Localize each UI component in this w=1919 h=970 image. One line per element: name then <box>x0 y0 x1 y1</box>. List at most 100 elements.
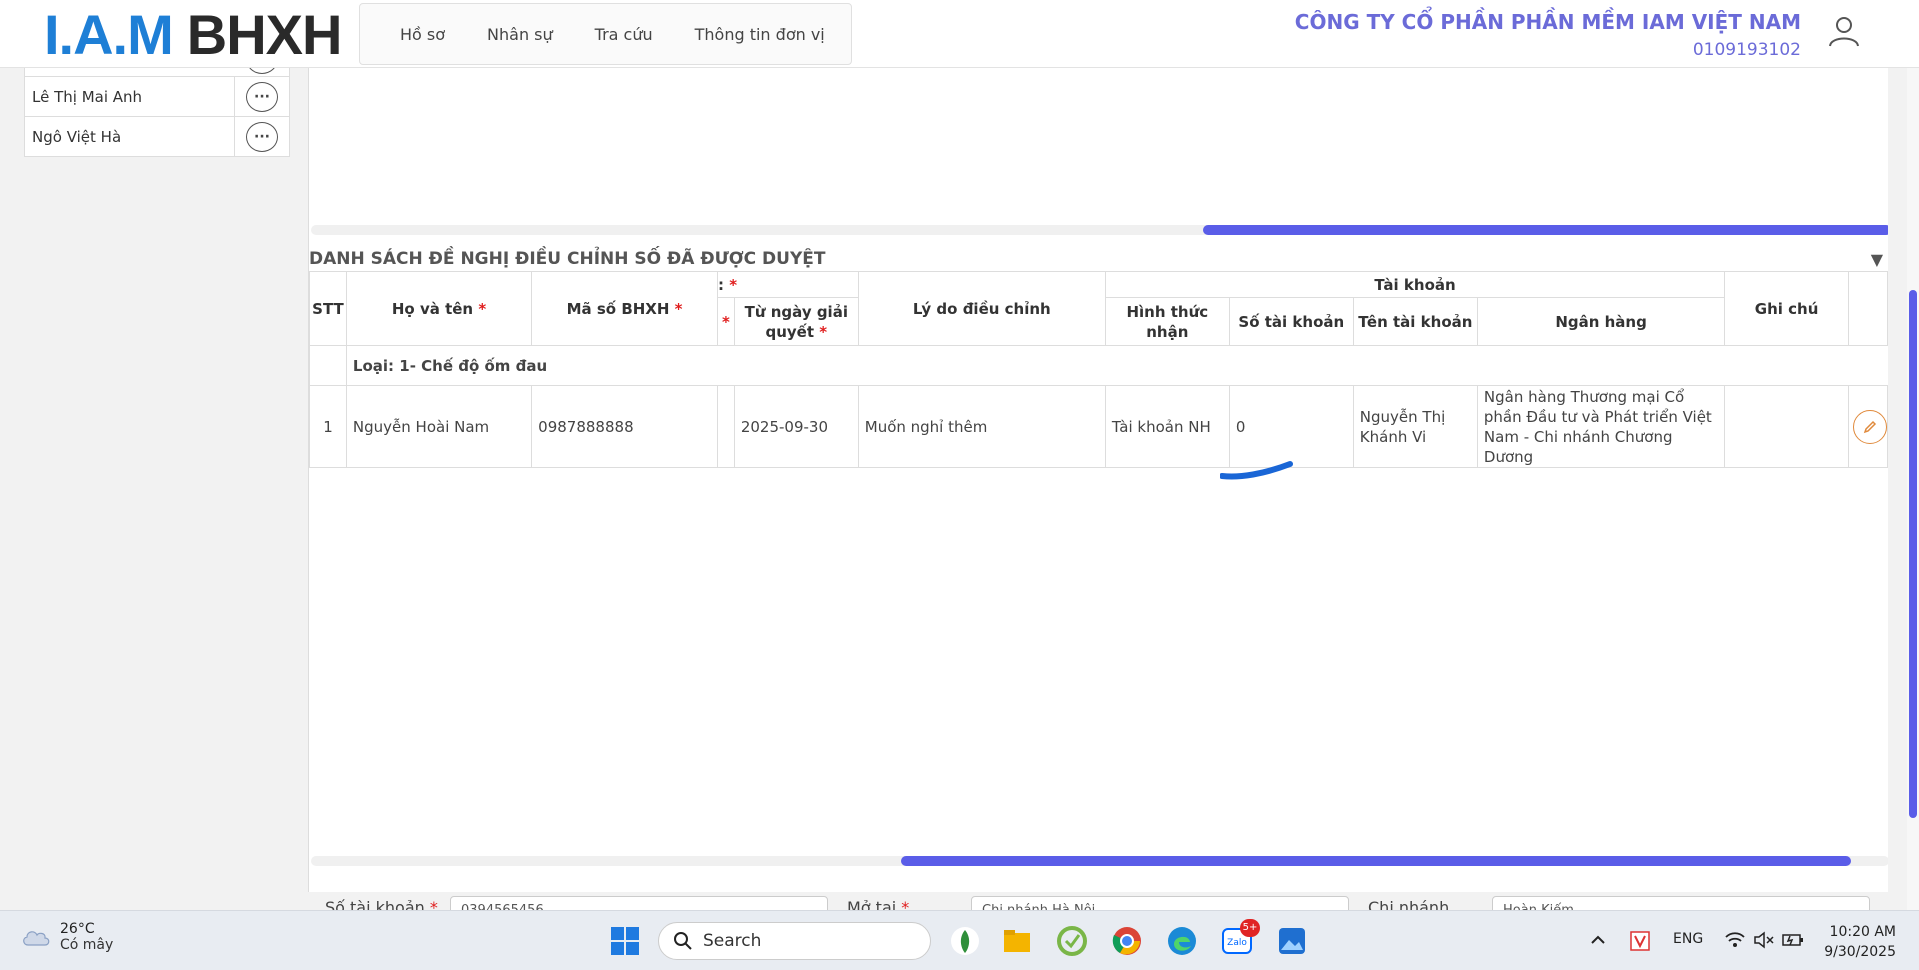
show-hidden-icons-chevron-icon[interactable] <box>1590 933 1606 947</box>
list-item-partial: ··· <box>25 44 289 76</box>
company-code: 0109193102 <box>1692 40 1801 60</box>
main-content: DANH SÁCH ĐỀ NGHỊ ĐIỀU CHỈNH SỐ ĐÃ ĐƯỢC … <box>308 68 1888 910</box>
system-clock[interactable]: 10:20 AM 9/30/2025 <box>1824 922 1896 962</box>
edit-button[interactable] <box>1852 409 1887 444</box>
required-mark: * <box>478 299 487 318</box>
lower-horizontal-scrollbar[interactable] <box>311 856 1888 866</box>
clock-time: 10:20 AM <box>1829 924 1896 940</box>
group-cell-empty <box>309 345 347 386</box>
tray-app-icon[interactable] <box>1630 931 1650 951</box>
edge-icon[interactable] <box>1167 926 1197 956</box>
page-vertical-scrollbar[interactable] <box>1907 68 1919 910</box>
more-options-button[interactable]: ··· <box>246 82 278 112</box>
opened-at-label: Mở tại * <box>847 898 909 910</box>
pen-annotation-stroke <box>1220 461 1293 480</box>
approved-adjustments-table: STT Họ và tên * Mã số BHXH * : * Lý do đ… <box>309 271 1888 468</box>
list-item[interactable]: Ngô Việt Hà ··· <box>25 116 289 156</box>
pencil-icon <box>1863 420 1876 433</box>
cell-actions <box>1847 385 1888 468</box>
app-green-icon[interactable] <box>1057 926 1087 956</box>
volume-muted-icon[interactable] <box>1753 931 1775 949</box>
col-header-from-date-text: Từ ngày giải quyết <box>744 302 848 341</box>
upper-table-area <box>309 68 1888 238</box>
cell-account-name: Nguyễn Thị Khánh Vi <box>1352 385 1478 468</box>
app-header: I.A.M BHXH Hồ sơ Nhân sự Tra cứu Thông t… <box>0 0 1919 68</box>
more-options-button[interactable]: ··· <box>246 122 278 152</box>
account-number-label: Số tài khoản * <box>325 898 438 910</box>
wifi-icon[interactable] <box>1724 931 1746 949</box>
section-title-text: DANH SÁCH ĐỀ NGHỊ ĐIỀU CHỈNH SỐ ĐÃ ĐƯỢC … <box>309 249 826 269</box>
list-item[interactable]: Lê Thị Mai Anh ··· <box>25 76 289 116</box>
account-number-input[interactable]: 0394565456 <box>450 896 828 910</box>
logo-bhxh: BHXH <box>186 2 343 66</box>
user-icon[interactable] <box>1827 14 1861 48</box>
chrome-icon[interactable] <box>1112 926 1142 956</box>
left-panel: ··· Lê Thị Mai Anh ··· Ngô Việt Hà ··· <box>0 44 299 910</box>
search-label: Search <box>703 931 762 951</box>
opened-at-label-text: Mở tại <box>847 898 897 910</box>
group-label: Loại: 1- Chế độ ốm đau <box>346 345 1888 386</box>
company-name: CÔNG TY CỔ PHẦN PHẦN MỀM IAM VIỆT NAM <box>1294 10 1801 34</box>
required-mark: * <box>819 322 828 341</box>
photos-icon[interactable] <box>1277 926 1307 956</box>
col-header-receive-type: Hình thức nhận <box>1104 297 1230 346</box>
scrollbar-thumb[interactable] <box>1909 290 1917 818</box>
mongodb-icon[interactable] <box>950 926 980 956</box>
required-mark: * <box>429 898 438 910</box>
upper-horizontal-scrollbar[interactable] <box>311 225 1888 235</box>
employee-list: ··· Lê Thị Mai Anh ··· Ngô Việt Hà ··· <box>24 44 290 157</box>
nav-nhan-su[interactable]: Nhân sự <box>487 25 553 44</box>
branch-select[interactable]: Hoàn Kiếm <box>1492 896 1870 910</box>
cloud-icon <box>23 931 50 946</box>
col-header-from-date: Từ ngày giải quyết * <box>733 297 859 346</box>
col-header-partial: * <box>716 297 735 346</box>
clock-date: 9/30/2025 <box>1824 944 1896 960</box>
col-header-account-no: Số tài khoản <box>1228 297 1354 346</box>
windows-start-icon[interactable] <box>610 926 640 956</box>
group-row: Loại: 1- Chế độ ốm đau <box>309 345 1888 386</box>
nav-thong-tin-don-vi[interactable]: Thông tin đơn vị <box>695 25 825 44</box>
account-form-strip: Số tài khoản * 0394565456 Mở tại * Chi n… <box>308 892 1888 910</box>
branch-label: Chi nhánh <box>1368 898 1450 910</box>
app-logo[interactable]: I.A.M BHXH <box>44 2 343 66</box>
weather-temperature: 26°C <box>60 921 95 937</box>
zalo-icon-text: Zalo <box>1227 938 1247 948</box>
cell-from-date: 2025-09-30 <box>733 385 859 468</box>
battery-icon[interactable] <box>1782 931 1804 949</box>
list-item-name: Ngô Việt Hà <box>25 117 235 156</box>
collapse-icon[interactable]: ▼ <box>1871 250 1883 269</box>
main-nav: Hồ sơ Nhân sự Tra cứu Thông tin đơn vị <box>359 3 852 65</box>
required-mark: * <box>901 898 910 910</box>
zalo-notification-badge: 5+ <box>1240 919 1260 937</box>
cell-note <box>1724 385 1849 468</box>
taskbar-search[interactable]: Search <box>658 922 931 960</box>
col-header-bhxh: Mã số BHXH * <box>531 271 718 346</box>
windows-taskbar: 26°C Có mây Search Zalo 5+ ENG 10:20 AM … <box>0 910 1919 970</box>
table-row[interactable]: 1 Nguyễn Hoài Nam 0987888888 2025-09-30 … <box>309 385 1888 468</box>
cell-receive-type: Tài khoản NH <box>1104 385 1230 468</box>
required-mark: * <box>674 299 683 318</box>
file-explorer-icon[interactable] <box>1002 926 1032 956</box>
col-header-note: Ghi chú <box>1724 271 1849 346</box>
required-mark: * <box>729 275 738 294</box>
nav-tra-cuu[interactable]: Tra cứu <box>595 25 653 44</box>
weather-widget[interactable]: 26°C Có mây <box>20 921 113 953</box>
col-header-actions <box>1847 271 1888 346</box>
opened-at-select[interactable]: Chi nhánh Hà Nội <box>971 896 1349 910</box>
col-header-bhxh-text: Mã số BHXH <box>566 299 670 318</box>
scrollbar-thumb[interactable] <box>1203 225 1888 235</box>
section-title: DANH SÁCH ĐỀ NGHỊ ĐIỀU CHỈNH SỐ ĐÃ ĐƯỢC … <box>309 248 1888 270</box>
cell-bhxh: 0987888888 <box>531 385 718 468</box>
cell-partial <box>716 385 735 468</box>
language-indicator[interactable]: ENG <box>1673 931 1703 947</box>
col-header-reason: Lý do điều chỉnh <box>857 271 1106 346</box>
col-header-name-text: Họ và tên <box>391 299 474 318</box>
scrollbar-thumb[interactable] <box>901 856 1851 866</box>
logo-iam: I.A.M <box>44 2 174 66</box>
col-header-partial-top: : * <box>716 271 859 298</box>
cell-reason: Muốn nghỉ thêm <box>857 385 1106 468</box>
nav-ho-so[interactable]: Hồ sơ <box>400 25 445 44</box>
list-item-name: Lê Thị Mai Anh <box>25 77 235 116</box>
cell-stt: 1 <box>309 385 347 468</box>
col-header-partial-text: : <box>717 275 724 294</box>
